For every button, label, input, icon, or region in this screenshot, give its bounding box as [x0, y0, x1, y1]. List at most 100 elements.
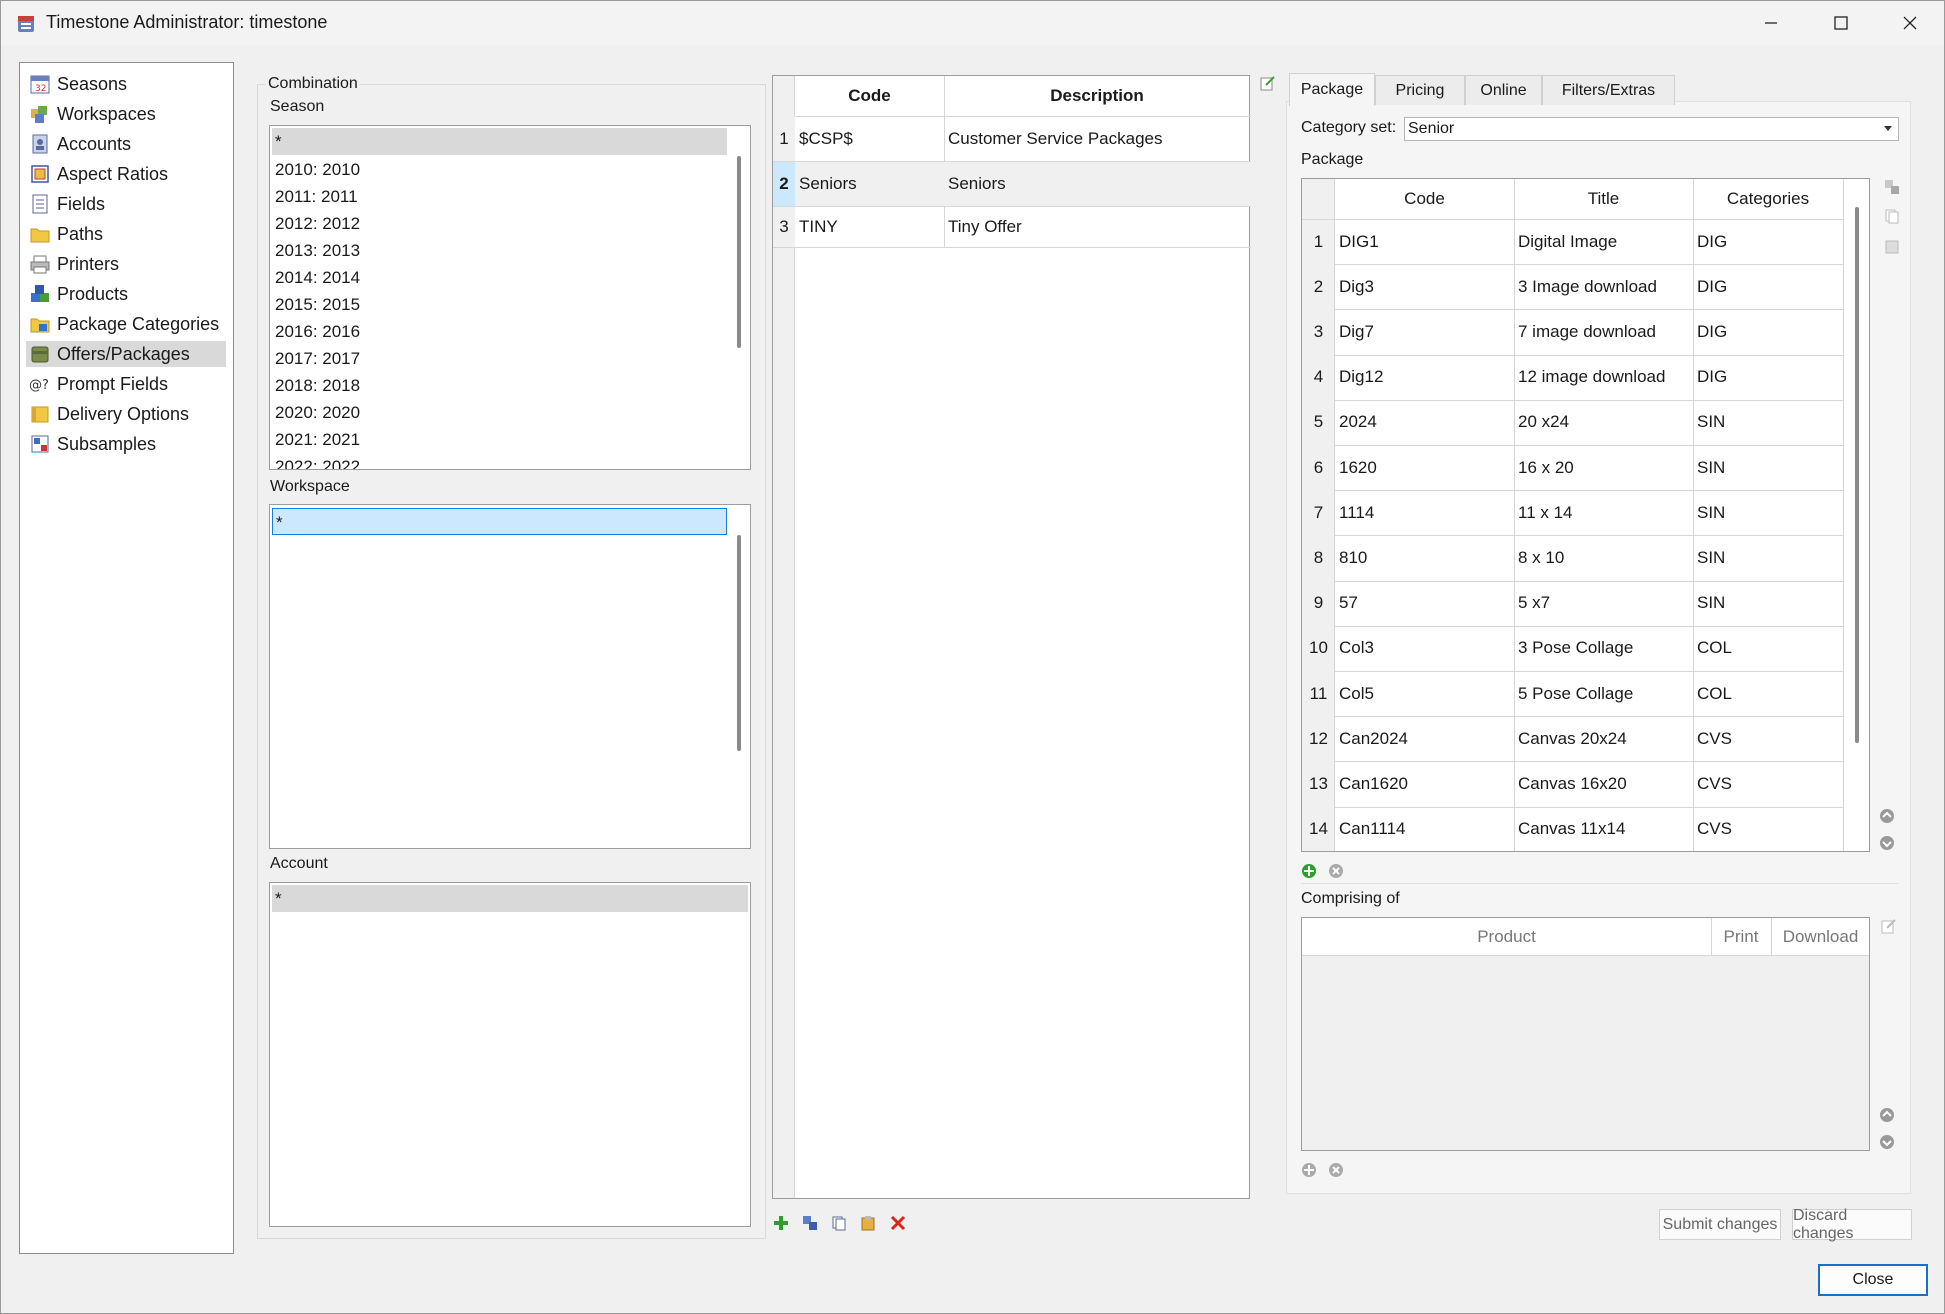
list-item[interactable]: 2015: 2015: [272, 291, 360, 318]
sidebar-item-subsamples[interactable]: Subsamples: [26, 431, 226, 457]
remove-product-icon[interactable]: [1328, 1162, 1344, 1178]
column-header-code[interactable]: Code: [1335, 179, 1514, 219]
list-item[interactable]: 2016: 2016: [272, 318, 360, 345]
sidebar-item-accounts[interactable]: Accounts: [26, 131, 226, 157]
maximize-button[interactable]: [1806, 1, 1876, 45]
column-header-code[interactable]: Code: [795, 76, 944, 116]
sidebar-item-workspaces[interactable]: Workspaces: [26, 101, 226, 127]
duplicate-offer-icon[interactable]: [802, 1215, 818, 1231]
list-item[interactable]: 2018: 2018: [272, 372, 360, 399]
package-categories-cell[interactable]: DIG: [1697, 264, 1843, 309]
package-code-cell[interactable]: Can1114: [1339, 807, 1514, 851]
package-categories-cell[interactable]: SIN: [1697, 445, 1843, 490]
package-categories-cell[interactable]: SIN: [1697, 535, 1843, 580]
season-scrollbar[interactable]: [737, 156, 741, 348]
package-categories-cell[interactable]: SIN: [1697, 581, 1843, 626]
package-title-cell[interactable]: 7 image download: [1518, 309, 1693, 354]
sidebar-item-package-categories[interactable]: Package Categories: [26, 311, 226, 337]
package-title-cell[interactable]: 12 image download: [1518, 355, 1693, 400]
package-categories-cell[interactable]: CVS: [1697, 716, 1843, 761]
arrow-down-icon[interactable]: [1879, 835, 1895, 851]
list-item[interactable]: *: [272, 508, 727, 535]
offer-code-cell[interactable]: TINY: [799, 207, 944, 247]
package-code-cell[interactable]: Can1620: [1339, 761, 1514, 806]
list-item[interactable]: *: [272, 128, 727, 155]
sidebar-item-offers-packages[interactable]: Offers/Packages: [26, 341, 226, 367]
package-categories-cell[interactable]: SIN: [1697, 400, 1843, 445]
package-title-cell[interactable]: 3 Image download: [1518, 264, 1693, 309]
edit-icon[interactable]: [1260, 75, 1276, 91]
package-categories-cell[interactable]: CVS: [1697, 807, 1843, 851]
package-categories-cell[interactable]: COL: [1697, 626, 1843, 671]
remove-package-icon[interactable]: [1328, 863, 1344, 879]
package-title-cell[interactable]: Digital Image: [1518, 219, 1693, 264]
package-title-cell[interactable]: Canvas 16x20: [1518, 761, 1693, 806]
sidebar-item-delivery-options[interactable]: Delivery Options: [26, 401, 226, 427]
arrow-down-icon[interactable]: [1879, 1134, 1895, 1150]
package-code-cell[interactable]: 1114: [1339, 490, 1514, 535]
package-table[interactable]: Code Title Categories 1 DIG1 Digital Image…: [1301, 178, 1870, 852]
duplicate-icon[interactable]: [1884, 179, 1900, 195]
sidebar-item-printers[interactable]: Printers: [26, 251, 226, 277]
edit-icon[interactable]: [1881, 918, 1897, 934]
copy-icon[interactable]: [831, 1215, 847, 1231]
package-code-cell[interactable]: 2024: [1339, 400, 1514, 445]
offers-grid[interactable]: Code Description 1 $CSP$ Customer Servic…: [772, 75, 1251, 1199]
list-item[interactable]: 2012: 2012: [272, 210, 360, 237]
list-item[interactable]: 2017: 2017: [272, 345, 360, 372]
tab-pricing[interactable]: Pricing: [1375, 75, 1465, 105]
sidebar-item-seasons[interactable]: 32 Seasons: [26, 71, 226, 97]
minimize-button[interactable]: [1736, 1, 1806, 45]
package-title-cell[interactable]: Canvas 20x24: [1518, 716, 1693, 761]
package-title-cell[interactable]: 5 x7: [1518, 581, 1693, 626]
offer-description-cell[interactable]: Tiny Offer: [948, 207, 1248, 247]
package-title-cell[interactable]: 20 x24: [1518, 400, 1693, 445]
package-title-cell[interactable]: 8 x 10: [1518, 535, 1693, 580]
add-product-icon[interactable]: [1301, 1162, 1317, 1178]
tab-online[interactable]: Online: [1465, 75, 1542, 105]
package-categories-cell[interactable]: DIG: [1697, 355, 1843, 400]
list-item[interactable]: 2020: 2020: [272, 399, 360, 426]
arrow-up-icon[interactable]: [1879, 1107, 1895, 1123]
column-header-description[interactable]: Description: [944, 76, 1250, 116]
package-categories-cell[interactable]: DIG: [1697, 219, 1843, 264]
workspace-list[interactable]: *: [269, 504, 751, 849]
package-code-cell[interactable]: Dig3: [1339, 264, 1514, 309]
package-code-cell[interactable]: Dig7: [1339, 309, 1514, 354]
list-item[interactable]: 2022: 2022: [272, 453, 360, 469]
column-header-print[interactable]: Print: [1711, 918, 1771, 956]
package-title-cell[interactable]: 5 Pose Collage: [1518, 671, 1693, 716]
package-code-cell[interactable]: Col3: [1339, 626, 1514, 671]
column-header-download[interactable]: Download: [1771, 918, 1869, 956]
sidebar-item-prompt-fields[interactable]: @? Prompt Fields: [26, 371, 226, 397]
arrow-up-icon[interactable]: [1879, 808, 1895, 824]
package-code-cell[interactable]: Can2024: [1339, 716, 1514, 761]
column-header-product[interactable]: Product: [1302, 918, 1711, 956]
offer-code-cell[interactable]: Seniors: [799, 162, 944, 206]
discard-changes-button[interactable]: Discard changes: [1792, 1207, 1912, 1242]
package-scrollbar[interactable]: [1855, 207, 1859, 743]
package-code-cell[interactable]: 57: [1339, 581, 1514, 626]
tab-package[interactable]: Package: [1289, 73, 1375, 106]
list-item[interactable]: *: [272, 885, 748, 912]
list-item[interactable]: 2014: 2014: [272, 264, 360, 291]
package-title-cell[interactable]: 16 x 20: [1518, 445, 1693, 490]
category-set-select[interactable]: Senior: [1404, 117, 1899, 141]
package-code-cell[interactable]: 1620: [1339, 445, 1514, 490]
add-offer-icon[interactable]: [773, 1215, 789, 1231]
close-button[interactable]: Close: [1818, 1264, 1928, 1296]
sidebar-item-paths[interactable]: Paths: [26, 221, 226, 247]
account-list[interactable]: *: [269, 882, 751, 1227]
package-code-cell[interactable]: 810: [1339, 535, 1514, 580]
submit-changes-button[interactable]: Submit changes: [1659, 1209, 1781, 1240]
package-code-cell[interactable]: DIG1: [1339, 219, 1514, 264]
copy-icon[interactable]: [1884, 208, 1900, 224]
tab-filters-extras[interactable]: Filters/Extras: [1542, 75, 1675, 105]
paste-icon[interactable]: [1884, 238, 1900, 254]
list-item[interactable]: 2021: 2021: [272, 426, 360, 453]
column-header-categories[interactable]: Categories: [1693, 179, 1843, 219]
package-title-cell[interactable]: 3 Pose Collage: [1518, 626, 1693, 671]
package-title-cell[interactable]: Canvas 11x14: [1518, 807, 1693, 851]
offer-description-cell[interactable]: Customer Service Packages: [948, 116, 1248, 161]
sidebar-item-aspect-ratios[interactable]: Aspect Ratios: [26, 161, 226, 187]
